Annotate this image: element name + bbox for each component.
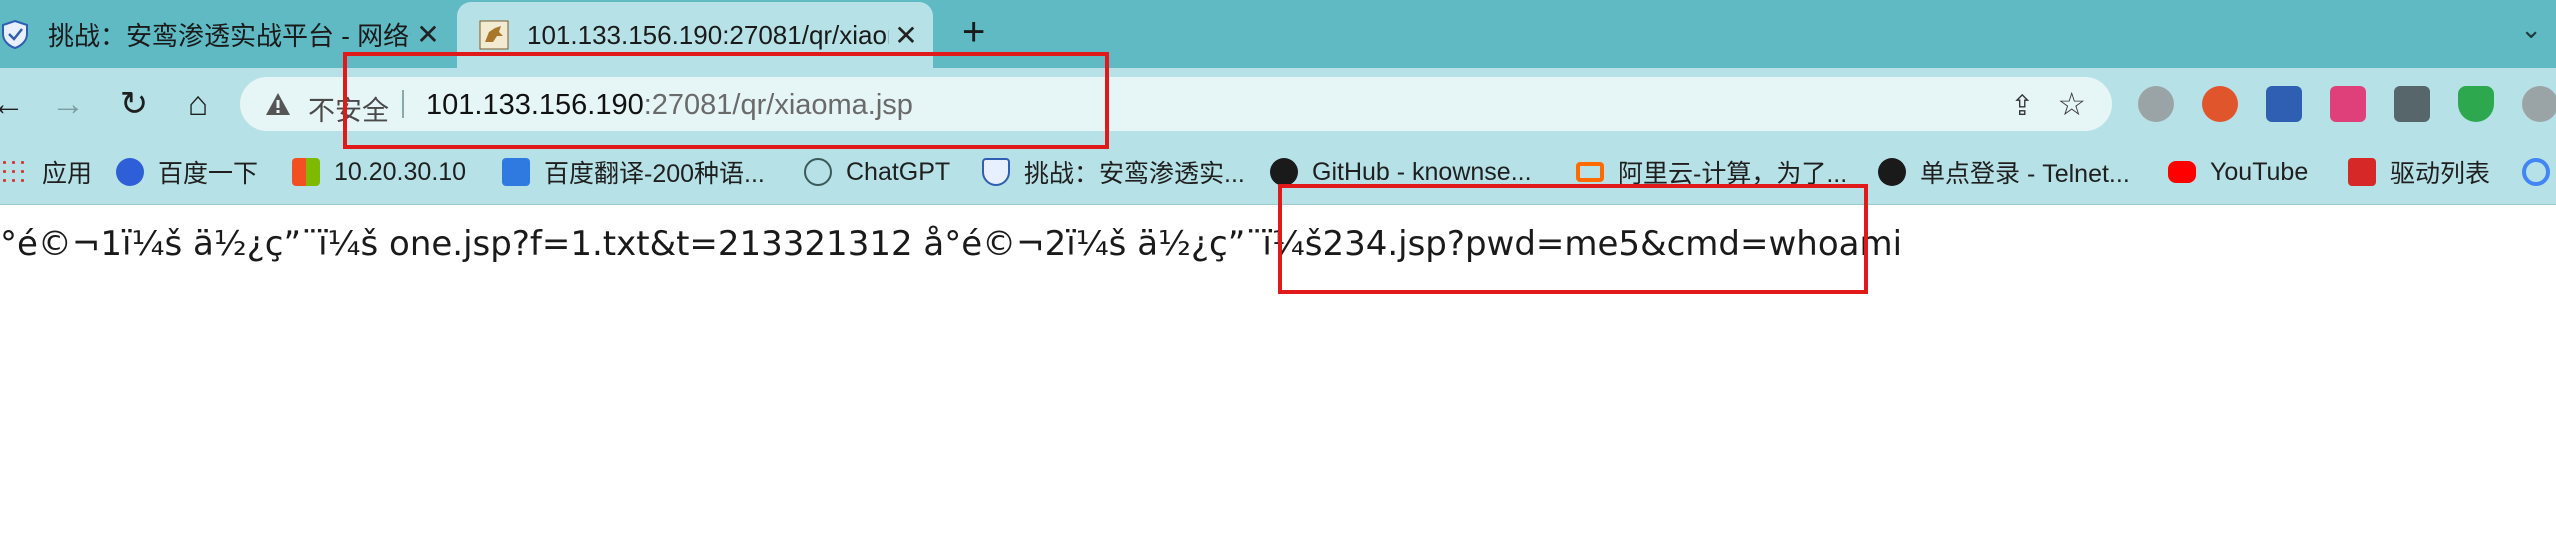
bookmark-chatgpt[interactable]: ChatGPT [804, 140, 950, 204]
reload-button[interactable]: ↻ [112, 82, 156, 126]
bookmark-challenge[interactable]: 挑战：安鸾渗透实... [982, 140, 1245, 204]
telnet-icon [1878, 158, 1906, 186]
highlight-box-command [1278, 184, 1868, 294]
bookmark-label: YouTube [2210, 157, 2309, 186]
openai-icon [804, 158, 832, 186]
driver-list-icon [2348, 158, 2376, 186]
bookmark-10-20-30-10[interactable]: 10.20.30.10 [292, 140, 466, 204]
bookmark-baidu-translate[interactable]: 百度翻译-200种语... [502, 140, 765, 204]
bookmark-label: GitHub - knownse... [1312, 157, 1532, 186]
tab-title: 101.133.156.190:27081/qr/xiaoma.jsp [527, 19, 889, 50]
youtube-icon [2168, 161, 2196, 183]
bookmark-label: 百度一下 [158, 160, 259, 188]
chevron-down-icon[interactable]: ⌄ [2520, 14, 2542, 45]
home-button[interactable]: ⌂ [176, 82, 220, 126]
apps-grid-icon [0, 158, 28, 186]
highlight-box-url [343, 52, 1109, 149]
share-icon[interactable]: ⇪ [2011, 89, 2034, 122]
extension-icon[interactable] [2522, 86, 2556, 122]
bookmark-apps[interactable]: 应用 [0, 140, 92, 204]
bookmark-label: 挑战：安鸾渗透实... [1024, 160, 1245, 188]
bookmark-label: ChatGPT [846, 157, 951, 186]
shield-extension-icon[interactable] [2458, 86, 2494, 122]
forward-button[interactable]: → [46, 82, 90, 126]
bookmark-driver-list[interactable]: 驱动列表 [2348, 140, 2490, 204]
bookmark-label: 10.20.30.10 [334, 157, 467, 186]
bookmark-label: 单点登录 - Telnet... [1920, 160, 2130, 188]
tab-title: 挑战：安鸾渗透实战平台 - 网络安全 [48, 20, 411, 51]
baidu-paw-icon [116, 158, 144, 186]
shield-icon [1, 19, 28, 49]
shield-icon [982, 158, 1010, 186]
aliyun-icon [1576, 162, 1604, 182]
horse-icon [479, 20, 509, 50]
save-extension-icon[interactable] [2266, 86, 2302, 122]
bookmark-star-icon[interactable]: ☆ [2057, 85, 2086, 123]
new-tab-button[interactable]: + [962, 10, 985, 54]
copy-extension-icon[interactable] [2394, 86, 2430, 122]
bookmark-telnet[interactable]: 单点登录 - Telnet... [1878, 140, 2130, 204]
close-icon[interactable]: ✕ [889, 19, 923, 52]
globe-extension-icon[interactable] [2138, 86, 2174, 122]
windows-logo-icon [292, 158, 320, 186]
bookmark-label: 应用 [42, 160, 93, 188]
bookmark-baidu[interactable]: 百度一下 [116, 140, 258, 204]
translate-icon [502, 158, 530, 186]
cookie-extension-icon[interactable] [2202, 86, 2238, 122]
github-icon [1270, 158, 1298, 186]
google-icon [2522, 158, 2550, 186]
bookmark-youtube[interactable]: YouTube [2168, 140, 2308, 204]
bookmark-label: 百度翻译-200种语... [544, 160, 765, 188]
close-icon[interactable]: ✕ [411, 18, 445, 51]
bookmark-google[interactable] [2522, 140, 2556, 204]
back-button[interactable]: ← [0, 82, 30, 126]
translate-extension-icon[interactable] [2330, 86, 2366, 122]
bookmark-label: 驱动列表 [2390, 160, 2491, 188]
warning-icon[interactable] [264, 90, 292, 118]
